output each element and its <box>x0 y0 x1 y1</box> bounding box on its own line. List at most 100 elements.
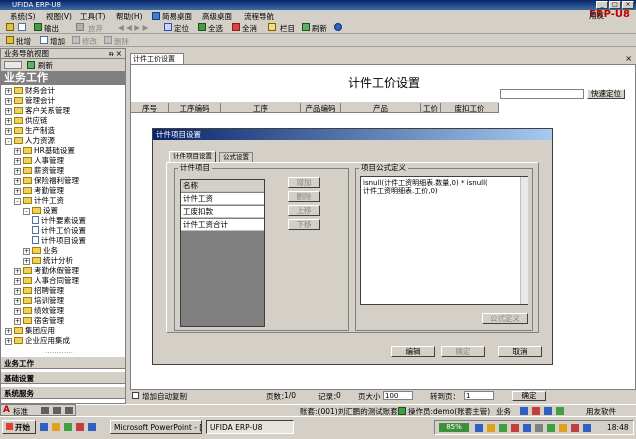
expand-icon[interactable]: + <box>5 338 12 345</box>
tree-item[interactable]: + 考勤休假管理 <box>14 266 79 275</box>
ime-mode[interactable]: 标准 <box>13 406 28 417</box>
nav-view-dropdown[interactable] <box>4 61 22 69</box>
menu-process-nav[interactable]: 流程导航 <box>244 11 274 22</box>
formula-scrollbar[interactable] <box>520 177 528 304</box>
delete-button[interactable]: 删除 <box>114 36 129 47</box>
list-item[interactable]: 计件工资合计 <box>181 219 264 231</box>
tray-icon[interactable] <box>475 424 483 432</box>
help-icon[interactable] <box>334 23 342 31</box>
minimize-button[interactable]: _ <box>596 1 608 9</box>
tree-item[interactable]: + 业务 <box>23 246 58 255</box>
expand-icon[interactable]: + <box>5 88 12 95</box>
tree-item[interactable]: + 薪资管理 <box>14 166 64 175</box>
columns-button[interactable]: 栏目 <box>280 23 295 34</box>
tree-item[interactable]: + 招聘管理 <box>14 286 64 295</box>
tree-item[interactable]: + 供应链 <box>5 116 48 125</box>
nav-tab-business[interactable]: 业务工作 <box>1 356 125 369</box>
tree-item[interactable]: 计件工价设置 <box>32 226 86 235</box>
quick-locate-button[interactable]: 快速定位 <box>587 89 625 99</box>
expand-icon[interactable]: + <box>14 298 21 305</box>
expand-icon[interactable]: + <box>14 268 21 275</box>
nav-tab-basic-settings[interactable]: 基础设置 <box>1 371 125 384</box>
tray-icon[interactable] <box>532 407 540 415</box>
quicklaunch-icon[interactable] <box>88 423 96 431</box>
tree-item[interactable]: + 绩效管理 <box>14 306 64 315</box>
maximize-button[interactable]: □ <box>609 1 621 9</box>
tree-item[interactable]: + 统计分析 <box>23 256 73 265</box>
refresh-button[interactable]: 刷新 <box>312 23 327 34</box>
collapse-icon[interactable]: - <box>14 198 21 205</box>
menu-view[interactable]: 视图(V) <box>46 11 72 22</box>
tree-item[interactable]: + 财务会计 <box>5 86 55 95</box>
items-list[interactable]: 名称 计件工资 工废扣款 计件工资合计 <box>180 179 265 327</box>
expand-icon[interactable]: + <box>14 188 21 195</box>
tray-icon[interactable] <box>511 424 519 432</box>
expand-icon[interactable]: + <box>14 308 21 315</box>
formula-define-button[interactable]: 公式定义 <box>482 313 528 324</box>
select-all-button[interactable]: 全选 <box>208 23 223 34</box>
collapse-icon[interactable]: - <box>23 208 30 215</box>
export-button[interactable]: 输出 <box>44 23 59 34</box>
quick-locate-input[interactable] <box>500 89 584 99</box>
tree-item[interactable]: + 企业应用集成 <box>5 336 70 345</box>
ime-punct-icon[interactable] <box>53 407 61 414</box>
close-button[interactable]: × <box>622 1 634 9</box>
dialog-tab-formula[interactable]: 公式设置 <box>219 152 253 162</box>
tree-item[interactable]: + 人事管理 <box>14 156 64 165</box>
menu-advanced-desktop[interactable]: 高级桌面 <box>202 11 232 22</box>
expand-icon[interactable]: + <box>5 328 12 335</box>
tray-icon[interactable] <box>544 407 552 415</box>
tree-item[interactable]: - 设置 <box>23 206 58 215</box>
nav-arrows[interactable]: ◀ ◀ ▶ ▶ <box>118 23 148 32</box>
expand-icon[interactable]: + <box>14 288 21 295</box>
tree-item[interactable]: + 生产制造 <box>5 126 55 135</box>
item-add-button[interactable]: 增加 <box>288 177 320 188</box>
tree-item[interactable]: - 计件工资 <box>14 196 64 205</box>
menu-help[interactable]: 帮助(H) <box>116 11 143 22</box>
nav-pin-close[interactable]: ᵰ × <box>109 49 122 59</box>
expand-icon[interactable]: + <box>14 148 21 155</box>
quicklaunch-icon[interactable] <box>64 423 72 431</box>
item-move-down-button[interactable]: 下移 <box>288 219 320 230</box>
volume-icon[interactable] <box>583 424 591 432</box>
tray-icon[interactable] <box>523 424 531 432</box>
dialog-edit-button[interactable]: 编辑 <box>391 346 435 357</box>
batch-add-button[interactable]: 批增 <box>16 36 31 47</box>
tree-item[interactable]: + 人事合同管理 <box>14 276 79 285</box>
tray-icon[interactable] <box>487 424 495 432</box>
col-process-code[interactable]: 工序编码 <box>169 103 221 113</box>
tray-icon[interactable] <box>535 424 543 432</box>
tree-item[interactable]: 计件项目设置 <box>32 236 86 245</box>
locate-button[interactable]: 定位 <box>174 23 189 34</box>
print-icon[interactable] <box>18 23 26 31</box>
discard-button[interactable]: 放弃 <box>88 23 103 34</box>
expand-icon[interactable]: + <box>14 178 21 185</box>
goto-confirm-button[interactable]: 确定 <box>512 391 546 401</box>
dialog-ok-button[interactable]: 确定 <box>441 346 485 357</box>
item-delete-button[interactable]: 删除 <box>288 191 320 202</box>
tree-item[interactable]: + 保险福利管理 <box>14 176 79 185</box>
quicklaunch-icon[interactable] <box>76 423 84 431</box>
nav-tab-system-service[interactable]: 系统服务 <box>1 386 125 399</box>
auto-copy-checkbox[interactable] <box>132 392 139 399</box>
tree-item[interactable]: + 管理会计 <box>5 96 55 105</box>
expand-icon[interactable]: + <box>5 118 12 125</box>
expand-icon[interactable]: + <box>5 128 12 135</box>
quicklaunch-icon[interactable] <box>52 423 60 431</box>
dialog-cancel-button[interactable]: 取消 <box>498 346 542 357</box>
add-button[interactable]: 增加 <box>50 36 65 47</box>
collapse-icon[interactable]: - <box>5 138 12 145</box>
settings-icon[interactable] <box>6 23 14 31</box>
task-ufida[interactable]: UFIDA ERP-U8 <box>206 420 294 434</box>
zoom-indicator[interactable]: 85% <box>439 423 469 432</box>
expand-icon[interactable]: + <box>23 258 30 265</box>
tray-icon[interactable] <box>499 424 507 432</box>
start-button[interactable]: 开始 <box>2 420 36 434</box>
tree-item[interactable]: + 集团应用 <box>5 326 55 335</box>
tray-icon[interactable] <box>559 424 567 432</box>
tray-icon[interactable] <box>547 424 555 432</box>
goto-page-input[interactable]: 1 <box>464 391 494 400</box>
deselect-all-button[interactable]: 全消 <box>242 23 257 34</box>
page-size-input[interactable]: 100 <box>383 391 413 400</box>
tree-item[interactable]: 计件要素设置 <box>32 216 86 225</box>
